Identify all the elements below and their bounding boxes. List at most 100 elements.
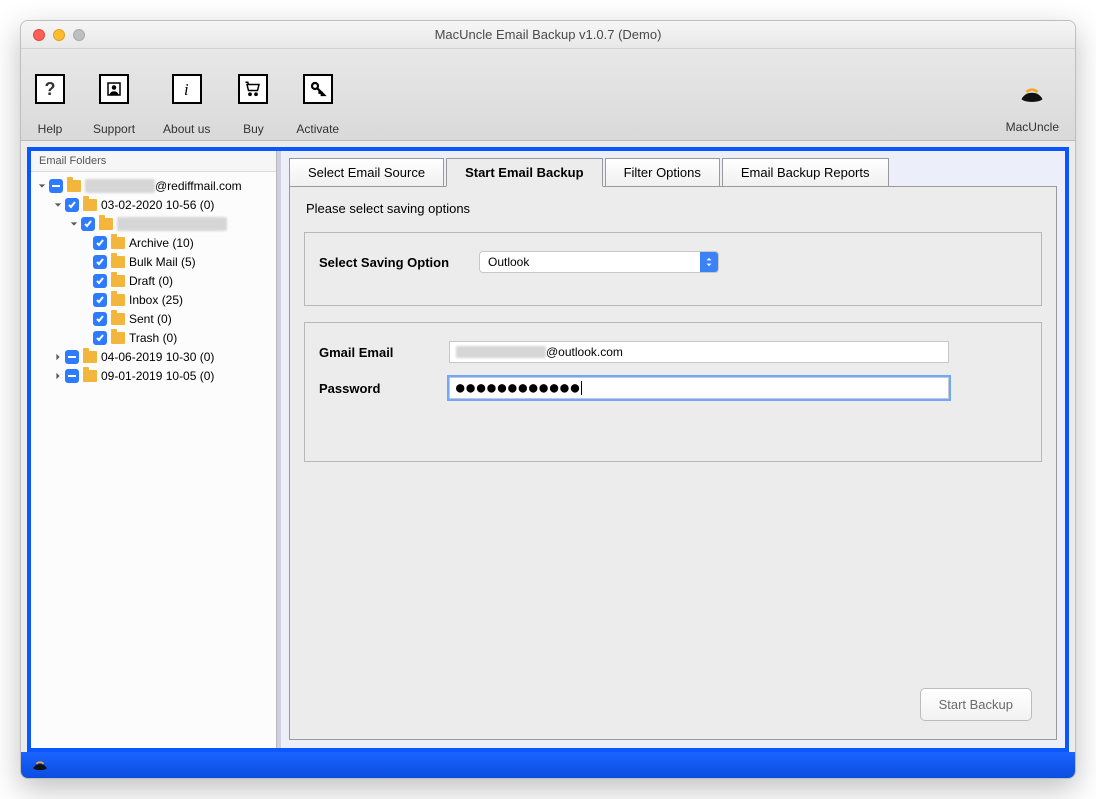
tab-reports[interactable]: Email Backup Reports [722,158,889,187]
toolbar-buy[interactable]: Buy [238,74,268,136]
checkbox-checked[interactable] [93,274,107,288]
tab-start-backup[interactable]: Start Email Backup [446,158,603,187]
tree-node[interactable]: 03-02-2020 10-56 (0) [31,195,276,214]
password-input[interactable]: ●●●●●●●●●●●● [449,377,949,399]
chevron-down-icon[interactable] [37,181,47,191]
toolbar-activate[interactable]: Activate [296,74,339,136]
email-suffix: @outlook.com [546,345,623,359]
statusbar [21,752,1075,778]
info-icon: i [172,74,202,104]
saving-option-value: Outlook [480,255,700,269]
tree-leaf[interactable]: Archive (10) [31,233,276,252]
folder-icon [111,294,125,306]
folder-tree: xxxxxxx@rediffmail.com 03-02-2020 10-56 … [31,172,276,389]
redacted-text [456,346,546,358]
toolbar-activate-label: Activate [296,122,339,136]
toolbar-help[interactable]: Help [35,74,65,136]
tree-label: Draft (0) [129,274,173,288]
toolbar: Help Support i About us Buy [21,49,1075,141]
brand-corner[interactable]: MacUncle [1006,82,1059,134]
tree-label: Bulk Mail (5) [129,255,196,269]
email-label: Gmail Email [319,345,449,360]
toolbar-support[interactable]: Support [93,74,135,136]
chevron-down-icon[interactable] [69,219,79,229]
saving-option-panel: Select Saving Option Outlook [304,232,1042,306]
tree-label: 04-06-2019 10-30 (0) [101,350,214,364]
tree-node[interactable]: 09-01-2019 10-05 (0) [31,366,276,385]
tree-label: Trash (0) [129,331,177,345]
checkbox-checked[interactable] [93,312,107,326]
chevron-right-icon[interactable] [53,352,63,362]
email-input[interactable]: @outlook.com [449,341,949,363]
toolbar-help-label: Help [38,122,63,136]
brand-label: MacUncle [1006,120,1059,134]
toolbar-about-label: About us [163,122,210,136]
folder-icon [111,275,125,287]
folder-icon [67,180,81,192]
main-panel: Select Email Source Start Email Backup F… [277,151,1065,748]
cart-icon [238,74,268,104]
tab-filter-options[interactable]: Filter Options [605,158,720,187]
checkbox-mixed[interactable] [65,350,79,364]
checkbox-checked[interactable] [65,198,79,212]
sidebar-title: Email Folders [31,151,276,172]
password-value: ●●●●●●●●●●●● [456,380,581,396]
tree-label: 09-01-2019 10-05 (0) [101,369,214,383]
tree-node[interactable]: xxxxxxxxxx [31,214,276,233]
password-label: Password [319,381,449,396]
tree-leaf[interactable]: Sent (0) [31,309,276,328]
key-icon [303,74,333,104]
tree-leaf[interactable]: Bulk Mail (5) [31,252,276,271]
tab-bar: Select Email Source Start Email Backup F… [289,157,1057,186]
checkbox-mixed[interactable] [65,369,79,383]
folder-sidebar: Email Folders xxxxxxx@rediffmail.com 03-… [31,151,277,748]
checkbox-checked[interactable] [93,293,107,307]
redacted-text: xxxxxxxxxx [117,217,227,231]
app-window: MacUncle Email Backup v1.0.7 (Demo) Help… [20,20,1076,779]
start-backup-button[interactable]: Start Backup [920,688,1032,721]
folder-icon [111,313,125,325]
saving-option-select[interactable]: Outlook [479,251,719,273]
titlebar: MacUncle Email Backup v1.0.7 (Demo) [21,21,1075,49]
help-icon [35,74,65,104]
tree-label: Archive (10) [129,236,194,250]
brand-logo-icon [1018,82,1046,106]
redacted-text: xxxxxxx [85,179,155,193]
content-frame: Email Folders xxxxxxx@rediffmail.com 03-… [27,147,1069,752]
toolbar-about[interactable]: i About us [163,74,210,136]
tab-select-source[interactable]: Select Email Source [289,158,444,187]
instruction-text: Please select saving options [290,187,1056,224]
checkbox-checked[interactable] [93,236,107,250]
credentials-panel: Gmail Email @outlook.com Password ●●●●●●… [304,322,1042,462]
tree-leaf[interactable]: Inbox (25) [31,290,276,309]
tree-root-suffix: @rediffmail.com [155,179,242,193]
statusbar-logo-icon [31,757,49,773]
checkbox-checked[interactable] [93,255,107,269]
tab-body: Please select saving options Select Savi… [289,186,1057,740]
svg-text:i: i [184,80,189,98]
select-arrows-icon [700,252,718,272]
folder-icon [111,237,125,249]
window-title: MacUncle Email Backup v1.0.7 (Demo) [21,27,1075,42]
tree-node[interactable]: 04-06-2019 10-30 (0) [31,347,276,366]
tree-leaf[interactable]: Draft (0) [31,271,276,290]
folder-icon [111,332,125,344]
folder-icon [83,199,97,211]
folder-icon [99,218,113,230]
checkbox-checked[interactable] [81,217,95,231]
toolbar-support-label: Support [93,122,135,136]
tree-label: Sent (0) [129,312,172,326]
tree-root[interactable]: xxxxxxx@rediffmail.com [31,176,276,195]
tree-leaf[interactable]: Trash (0) [31,328,276,347]
checkbox-mixed[interactable] [49,179,63,193]
folder-icon [111,256,125,268]
support-icon [99,74,129,104]
checkbox-checked[interactable] [93,331,107,345]
tree-label: Inbox (25) [129,293,183,307]
chevron-right-icon[interactable] [53,371,63,381]
folder-icon [83,370,97,382]
chevron-down-icon[interactable] [53,200,63,210]
tree-label: 03-02-2020 10-56 (0) [101,198,214,212]
toolbar-buy-label: Buy [243,122,264,136]
saving-option-label: Select Saving Option [319,255,479,270]
